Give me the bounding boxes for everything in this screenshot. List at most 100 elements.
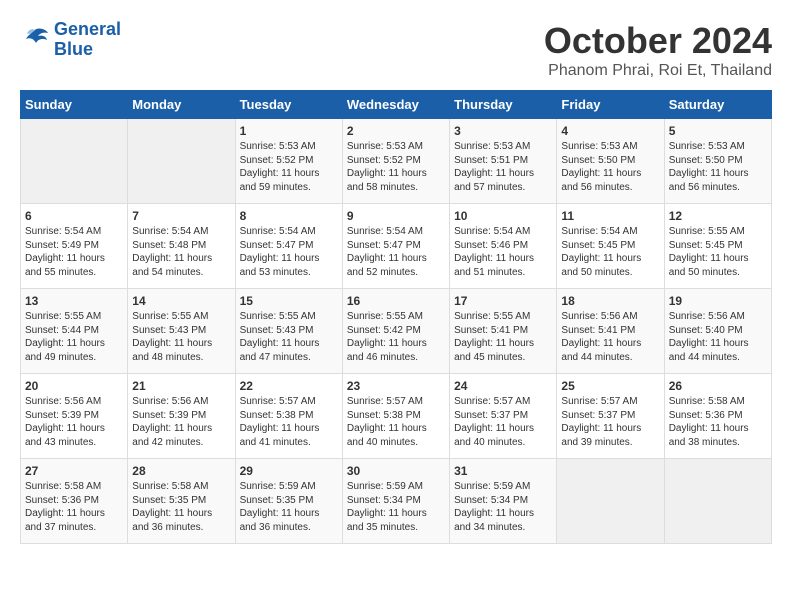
day-info: Sunrise: 5:55 AM Sunset: 5:44 PM Dayligh… <box>25 310 123 364</box>
calendar-cell <box>128 119 235 204</box>
calendar-cell: 22 Sunrise: 5:57 AM Sunset: 5:38 PM Dayli… <box>235 374 342 459</box>
day-info: Sunrise: 5:58 AM Sunset: 5:35 PM Dayligh… <box>132 480 230 534</box>
calendar-cell: 3Sunrise: 5:53 AM Sunset: 5:51 PM Daylig… <box>450 119 557 204</box>
logo-text: General Blue <box>54 20 121 60</box>
day-number: 17 <box>454 294 552 308</box>
day-info: Sunrise: 5:54 AM Sunset: 5:47 PM Dayligh… <box>240 225 338 279</box>
calendar-cell: 31 Sunrise: 5:59 AM Sunset: 5:34 PM Dayli… <box>450 459 557 544</box>
logo: General Blue <box>20 20 121 60</box>
calendar-cell: 18 Sunrise: 5:56 AM Sunset: 5:41 PM Dayli… <box>557 289 664 374</box>
day-number: 24 <box>454 379 552 393</box>
logo-icon <box>20 25 50 55</box>
day-number: 9 <box>347 209 445 223</box>
day-info: Sunrise: 5:55 AM Sunset: 5:43 PM Dayligh… <box>240 310 338 364</box>
day-number: 6 <box>25 209 123 223</box>
day-number: 22 <box>240 379 338 393</box>
day-number: 31 <box>454 464 552 478</box>
day-info: Sunrise: 5:57 AM Sunset: 5:38 PM Dayligh… <box>347 395 445 449</box>
calendar-cell: 4Sunrise: 5:53 AM Sunset: 5:50 PM Daylig… <box>557 119 664 204</box>
day-number: 19 <box>669 294 767 308</box>
calendar-cell: 27 Sunrise: 5:58 AM Sunset: 5:36 PM Dayli… <box>21 459 128 544</box>
day-info: Sunrise: 5:54 AM Sunset: 5:47 PM Dayligh… <box>347 225 445 279</box>
day-info: Sunrise: 5:54 AM Sunset: 5:48 PM Dayligh… <box>132 225 230 279</box>
day-number: 23 <box>347 379 445 393</box>
day-number: 12 <box>669 209 767 223</box>
calendar-cell: 28Sunrise: 5:58 AM Sunset: 5:35 PM Dayli… <box>128 459 235 544</box>
day-number: 18 <box>561 294 659 308</box>
day-number: 27 <box>25 464 123 478</box>
weekday-header-row: SundayMondayTuesdayWednesdayThursdayFrid… <box>21 91 772 119</box>
calendar-cell <box>21 119 128 204</box>
day-info: Sunrise: 5:58 AM Sunset: 5:36 PM Dayligh… <box>669 395 767 449</box>
day-info: Sunrise: 5:56 AM Sunset: 5:39 PM Dayligh… <box>132 395 230 449</box>
month-title: October 2024 <box>544 20 772 62</box>
calendar-cell <box>664 459 771 544</box>
day-number: 7 <box>132 209 230 223</box>
calendar-cell: 7 Sunrise: 5:54 AM Sunset: 5:48 PM Daylig… <box>128 204 235 289</box>
day-number: 14 <box>132 294 230 308</box>
day-info: Sunrise: 5:55 AM Sunset: 5:45 PM Dayligh… <box>669 225 767 279</box>
day-info: Sunrise: 5:57 AM Sunset: 5:37 PM Dayligh… <box>561 395 659 449</box>
calendar-cell: 16 Sunrise: 5:55 AM Sunset: 5:42 PM Dayli… <box>342 289 449 374</box>
day-number: 25 <box>561 379 659 393</box>
day-number: 20 <box>25 379 123 393</box>
calendar-cell: 6 Sunrise: 5:54 AM Sunset: 5:49 PM Daylig… <box>21 204 128 289</box>
day-info: Sunrise: 5:54 AM Sunset: 5:49 PM Dayligh… <box>25 225 123 279</box>
weekday-header-monday: Monday <box>128 91 235 119</box>
calendar-cell: 15Sunrise: 5:55 AM Sunset: 5:43 PM Dayli… <box>235 289 342 374</box>
day-info: Sunrise: 5:56 AM Sunset: 5:39 PM Dayligh… <box>25 395 123 449</box>
day-number: 21 <box>132 379 230 393</box>
day-info: Sunrise: 5:57 AM Sunset: 5:38 PM Dayligh… <box>240 395 338 449</box>
calendar-cell <box>557 459 664 544</box>
day-info: Sunrise: 5:53 AM Sunset: 5:52 PM Dayligh… <box>240 140 338 194</box>
day-info: Sunrise: 5:57 AM Sunset: 5:37 PM Dayligh… <box>454 395 552 449</box>
title-area: October 2024 Phanom Phrai, Roi Et, Thail… <box>544 20 772 80</box>
calendar-cell: 30Sunrise: 5:59 AM Sunset: 5:34 PM Dayli… <box>342 459 449 544</box>
calendar-cell: 8 Sunrise: 5:54 AM Sunset: 5:47 PM Daylig… <box>235 204 342 289</box>
day-info: Sunrise: 5:59 AM Sunset: 5:34 PM Dayligh… <box>454 480 552 534</box>
calendar-cell: 17 Sunrise: 5:55 AM Sunset: 5:41 PM Dayli… <box>450 289 557 374</box>
day-info: Sunrise: 5:56 AM Sunset: 5:41 PM Dayligh… <box>561 310 659 364</box>
day-info: Sunrise: 5:55 AM Sunset: 5:42 PM Dayligh… <box>347 310 445 364</box>
calendar-table: SundayMondayTuesdayWednesdayThursdayFrid… <box>20 90 772 544</box>
day-info: Sunrise: 5:56 AM Sunset: 5:40 PM Dayligh… <box>669 310 767 364</box>
calendar-cell: 1 Sunrise: 5:53 AM Sunset: 5:52 PM Daylig… <box>235 119 342 204</box>
day-number: 26 <box>669 379 767 393</box>
day-number: 1 <box>240 124 338 138</box>
day-number: 5 <box>669 124 767 138</box>
day-info: Sunrise: 5:55 AM Sunset: 5:41 PM Dayligh… <box>454 310 552 364</box>
calendar-cell: 19 Sunrise: 5:56 AM Sunset: 5:40 PM Dayli… <box>664 289 771 374</box>
calendar-cell: 29Sunrise: 5:59 AM Sunset: 5:35 PM Dayli… <box>235 459 342 544</box>
day-info: Sunrise: 5:54 AM Sunset: 5:45 PM Dayligh… <box>561 225 659 279</box>
calendar-cell: 26 Sunrise: 5:58 AM Sunset: 5:36 PM Dayli… <box>664 374 771 459</box>
calendar-cell: 5 Sunrise: 5:53 AM Sunset: 5:50 PM Daylig… <box>664 119 771 204</box>
weekday-header-sunday: Sunday <box>21 91 128 119</box>
weekday-header-saturday: Saturday <box>664 91 771 119</box>
location-subtitle: Phanom Phrai, Roi Et, Thailand <box>544 62 772 80</box>
calendar-cell: 23 Sunrise: 5:57 AM Sunset: 5:38 PM Dayli… <box>342 374 449 459</box>
calendar-cell: 20 Sunrise: 5:56 AM Sunset: 5:39 PM Dayli… <box>21 374 128 459</box>
day-number: 29 <box>240 464 338 478</box>
calendar-cell: 21 Sunrise: 5:56 AM Sunset: 5:39 PM Dayli… <box>128 374 235 459</box>
day-info: Sunrise: 5:53 AM Sunset: 5:50 PM Dayligh… <box>561 140 659 194</box>
header: General Blue October 2024 Phanom Phrai, … <box>20 20 772 80</box>
day-info: Sunrise: 5:53 AM Sunset: 5:50 PM Dayligh… <box>669 140 767 194</box>
weekday-header-wednesday: Wednesday <box>342 91 449 119</box>
calendar-week-row: 13 Sunrise: 5:55 AM Sunset: 5:44 PM Dayli… <box>21 289 772 374</box>
calendar-cell: 9 Sunrise: 5:54 AM Sunset: 5:47 PM Daylig… <box>342 204 449 289</box>
day-info: Sunrise: 5:53 AM Sunset: 5:51 PM Dayligh… <box>454 140 552 194</box>
day-number: 13 <box>25 294 123 308</box>
day-number: 16 <box>347 294 445 308</box>
weekday-header-tuesday: Tuesday <box>235 91 342 119</box>
day-number: 8 <box>240 209 338 223</box>
day-number: 11 <box>561 209 659 223</box>
calendar-week-row: 1 Sunrise: 5:53 AM Sunset: 5:52 PM Daylig… <box>21 119 772 204</box>
calendar-cell: 13 Sunrise: 5:55 AM Sunset: 5:44 PM Dayli… <box>21 289 128 374</box>
day-number: 2 <box>347 124 445 138</box>
day-number: 30 <box>347 464 445 478</box>
calendar-cell: 24 Sunrise: 5:57 AM Sunset: 5:37 PM Dayli… <box>450 374 557 459</box>
day-info: Sunrise: 5:55 AM Sunset: 5:43 PM Dayligh… <box>132 310 230 364</box>
calendar-cell: 2Sunrise: 5:53 AM Sunset: 5:52 PM Daylig… <box>342 119 449 204</box>
day-info: Sunrise: 5:58 AM Sunset: 5:36 PM Dayligh… <box>25 480 123 534</box>
calendar-week-row: 20 Sunrise: 5:56 AM Sunset: 5:39 PM Dayli… <box>21 374 772 459</box>
